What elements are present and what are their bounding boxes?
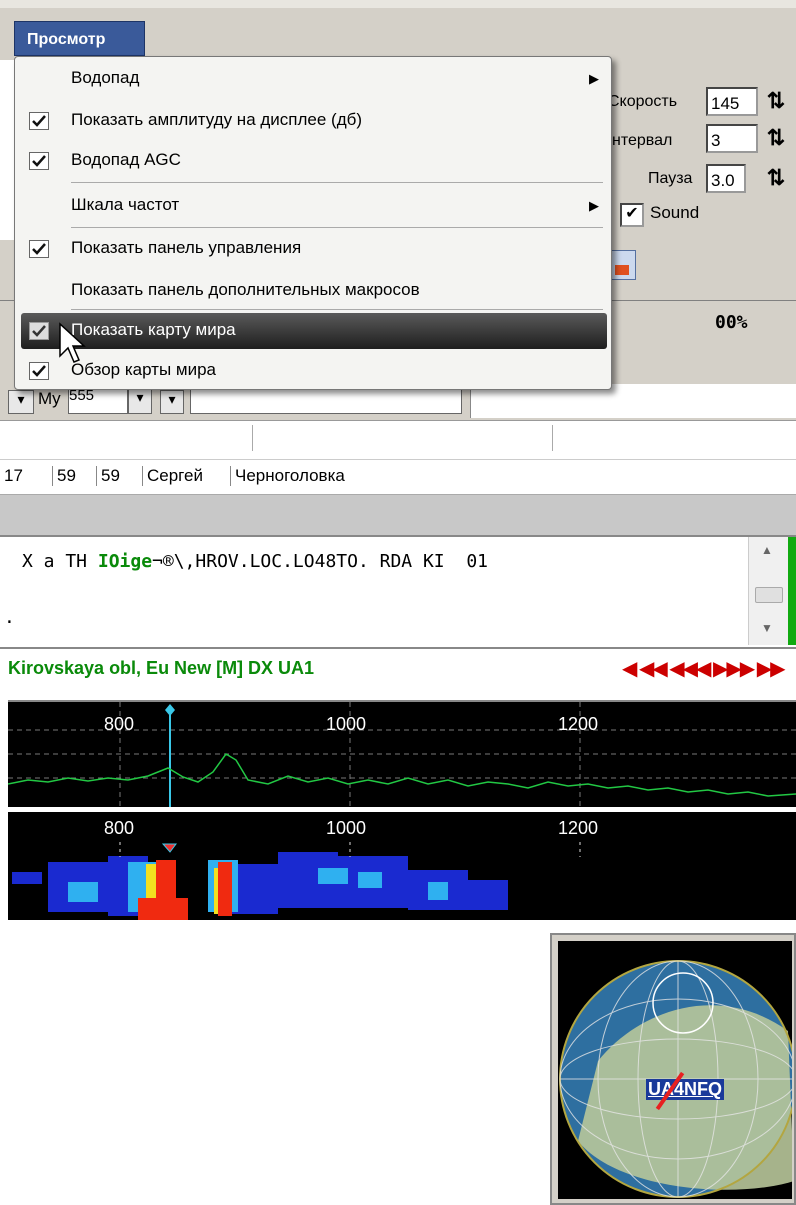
menu-item-show-world-map[interactable]: Показать карту мира xyxy=(21,313,607,349)
scroll-thumb[interactable] xyxy=(755,587,783,603)
combo-field[interactable]: 555 xyxy=(68,386,128,414)
speed-label: Скорость xyxy=(608,93,678,110)
interval-label: нтервал xyxy=(612,132,673,149)
menu-item-label: Показать панель управления xyxy=(71,238,302,257)
pause-label: Пауза xyxy=(648,170,693,187)
spectrum-display[interactable]: 800 1000 1200 xyxy=(8,700,796,807)
menu-separator xyxy=(71,309,603,310)
save-icon[interactable] xyxy=(608,250,636,280)
text-field[interactable] xyxy=(190,386,462,414)
station-status: Kirovskaya obl, Eu New [M] DX UA1 xyxy=(8,658,315,678)
submenu-arrow-icon: ▶ xyxy=(589,198,599,213)
nav-back-2-icon[interactable]: ◀◀ xyxy=(639,658,668,680)
checkmark-icon xyxy=(29,322,49,340)
menu-item-label: Показать панель дополнительных макросов xyxy=(71,280,420,299)
menu-item-show-macros-panel[interactable]: Показать панель дополнительных макросов xyxy=(15,273,611,309)
combo-dropdown-button[interactable]: ▾ xyxy=(128,388,152,414)
nav-back-1-icon[interactable]: ◀ xyxy=(622,658,637,680)
menu-item-label: Шкала частот xyxy=(71,195,180,214)
waterfall-display[interactable]: 800 1000 1200 xyxy=(8,812,796,920)
interval-stepper[interactable]: ⇅ xyxy=(760,124,792,154)
menu-view[interactable]: Просмотр xyxy=(14,21,145,56)
dropdown-button[interactable]: ▾ xyxy=(8,390,34,414)
checkmark-icon xyxy=(29,112,49,130)
waterfall-tick-1200: 1200 xyxy=(558,818,599,838)
log-row[interactable]: 17 59 59 Сергей Черноголовка xyxy=(0,460,796,495)
menu-item-label: Показать карту мира xyxy=(71,320,236,339)
menu-item-label: Показать амплитуду на дисплее (дб) xyxy=(71,110,363,129)
menu-item-world-map-overview[interactable]: Обзор карты мира xyxy=(15,353,611,389)
menu-separator xyxy=(71,182,603,183)
receive-text-line-2: . xyxy=(4,607,15,628)
menu-item-label: Обзор карты мира xyxy=(71,360,216,379)
interval-field[interactable]: 3 xyxy=(706,124,758,153)
nav-arrows[interactable]: ◀ ◀◀ ◀◀◀ ▶▶▶ ▶▶ xyxy=(622,656,786,681)
scroll-up-icon[interactable]: ▲ xyxy=(761,543,773,557)
pause-stepper[interactable]: ⇅ xyxy=(760,164,792,194)
log-cell-rst-rcvd: 59 xyxy=(96,466,120,486)
view-dropdown-menu: Водопад ▶ Показать амплитуду на дисплее … xyxy=(14,56,612,390)
menu-item-show-amplitude[interactable]: Показать амплитуду на дисплее (дб) xyxy=(15,103,611,139)
menu-item-waterfall-agc[interactable]: Водопад AGC xyxy=(15,143,611,179)
menu-item-waterfall[interactable]: Водопад ▶ xyxy=(15,61,611,97)
small-dropdown-button[interactable]: ▾ xyxy=(160,390,184,414)
log-cell-time: 17 xyxy=(4,466,23,485)
world-map-panel[interactable]: UA4NFQ xyxy=(550,933,796,1205)
speed-field[interactable]: 145 xyxy=(706,87,758,116)
spectrum-tick-1000: 1000 xyxy=(326,714,367,734)
log-cell-name: Сергей xyxy=(142,466,203,486)
callsign-label: UA4NFQ xyxy=(646,1079,725,1100)
menu-item-frequency-scale[interactable]: Шкала частот ▶ xyxy=(15,188,611,224)
speed-stepper[interactable]: ⇅ xyxy=(760,87,792,117)
receive-text-line: X a TH IOige¬®\,HROV.LOC.LO48TO. RDA KI … xyxy=(22,551,488,572)
checkmark-icon xyxy=(29,362,49,380)
receive-text-pane[interactable]: X a TH IOige¬®\,HROV.LOC.LO48TO. RDA KI … xyxy=(0,535,796,649)
menu-item-label: Водопад AGC xyxy=(71,150,181,169)
text-scrollbar[interactable]: ▲ ▼ xyxy=(748,537,789,645)
spectrum-tick-800: 800 xyxy=(104,714,135,734)
progress-percent: 00% xyxy=(715,312,748,333)
nav-back-3-icon[interactable]: ◀◀◀ xyxy=(669,658,711,680)
control-panel: Скорость 145 ⇅ нтервал 3 ⇅ Пауза 3.0 ⇅ ✔… xyxy=(600,60,796,240)
blank-row xyxy=(0,421,796,460)
nav-fwd-2-icon[interactable]: ▶▶ xyxy=(757,658,786,680)
checkmark-icon xyxy=(29,240,49,258)
submenu-arrow-icon: ▶ xyxy=(589,71,599,86)
checkmark-icon xyxy=(29,152,49,170)
level-indicator xyxy=(788,537,796,645)
mouse-cursor-icon xyxy=(59,322,86,363)
log-cell-rst-sent: 59 xyxy=(52,466,76,486)
sound-checkbox[interactable]: ✔ xyxy=(620,203,644,227)
menu-item-label: Водопад xyxy=(71,68,140,87)
sound-label: Sound xyxy=(650,203,700,222)
pause-field[interactable]: 3.0 xyxy=(706,164,746,193)
menu-separator xyxy=(71,227,603,228)
log-cell-qth: Черноголовка xyxy=(230,466,345,486)
nav-fwd-3-icon[interactable]: ▶▶▶ xyxy=(713,658,755,680)
separator-band xyxy=(0,495,796,535)
my-label: My xyxy=(38,389,61,408)
waterfall-tick-800: 800 xyxy=(104,818,135,838)
menu-item-show-control-panel[interactable]: Показать панель управления xyxy=(15,231,611,267)
spectrum-tick-1200: 1200 xyxy=(558,714,599,734)
waterfall-tick-1000: 1000 xyxy=(326,818,367,838)
world-globe: UA4NFQ xyxy=(558,941,792,1199)
scroll-down-icon[interactable]: ▼ xyxy=(761,621,773,635)
